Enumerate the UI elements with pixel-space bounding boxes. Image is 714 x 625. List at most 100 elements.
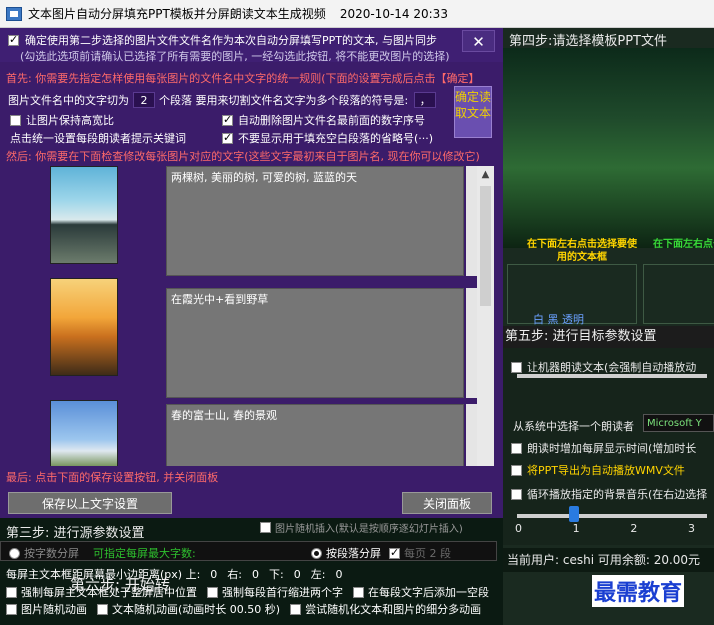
step5-title: 第五步: 进行目标参数设置 (503, 326, 714, 348)
margin-left-label: 左: (310, 568, 326, 581)
read-text-button[interactable]: 确定读取文本 (454, 86, 492, 138)
segment-count-input[interactable]: 2 (133, 92, 155, 108)
segment-row: 图片文件名中的文字切为 2 个段落 要用来切割文件名文字为多个段落的符号是: ， (8, 92, 437, 108)
delete-prefix-option[interactable]: 自动删除图片文件名最前面的数字序号 (222, 112, 425, 128)
read-text-label: 让机器朗读文本(会强制自动播放动 (527, 361, 697, 374)
margin-bottom-label: 下: (269, 568, 284, 581)
template-preview[interactable] (503, 48, 714, 248)
step4-title: 第四步:请选择模板PPT文件 (509, 34, 667, 49)
max-words-label: 可指定每屏最大字数: (93, 547, 196, 560)
split-by-words-radio[interactable] (9, 547, 20, 559)
app-icon (6, 6, 22, 21)
delete-prefix-checkbox[interactable] (222, 113, 233, 126)
user-status: 当前用户: ceshi 可用余额: 20.00元 (503, 548, 714, 572)
split-mode-bar: 按字数分屏 可指定每屏最大字数: 按段落分屏 每页 2 段 (0, 541, 497, 561)
split-by-words-option[interactable]: 按字数分屏 (9, 545, 79, 561)
textbox-right-slot[interactable] (643, 264, 714, 324)
image-random-option[interactable]: 图片随机插入(默认是按顺序逐幻灯片插入) (260, 520, 463, 535)
margin-bottom-input[interactable]: 0 (294, 568, 301, 581)
watermark-logo: 最需教育 (592, 575, 685, 607)
window-datetime: 2020-10-14 20:33 (339, 6, 448, 21)
tick-1: 1 (572, 522, 580, 535)
scroll-up-icon[interactable]: ▲ (477, 166, 494, 183)
last-instruction: 最后: 点击下面的保存设置按钮, 并关闭面板 (6, 471, 219, 484)
fine-animation-label: 尝试随机化文本和图片的细分多动画 (305, 603, 482, 616)
first-instruction: 首先: 你需要先指定怎样使用每张图片的文件名中文字的统一规则(下面的设置完成后点… (6, 72, 480, 85)
margin-top-input[interactable]: 0 (210, 568, 217, 581)
dialog-close-button[interactable]: ✕ (462, 30, 495, 52)
per-screen-checkbox[interactable] (389, 546, 400, 559)
voice-label: 从系统中选择一个朗读者 (513, 420, 634, 433)
no-ellipsis-option[interactable]: 不要显示用于填充空白段落的省略号(···) (222, 130, 433, 146)
image-animation-checkbox[interactable] (6, 603, 17, 615)
image-thumbnail (50, 400, 118, 466)
indent-checkbox[interactable] (207, 586, 218, 598)
bgm-option[interactable]: 循环播放指定的背景音乐(在右边选择 (511, 486, 707, 502)
export-wmv-checkbox[interactable] (511, 464, 522, 476)
read-text-checkbox[interactable] (511, 361, 522, 373)
textbox-select-hint-right: 在下面左右点击 (653, 239, 714, 250)
split-by-words-label: 按字数分屏 (24, 547, 79, 560)
split-by-paragraph-option[interactable]: 按段落分屏 (311, 545, 381, 561)
textbox-select-hint: 在下面左右点击选择要使用的文本框 (527, 239, 637, 263)
volume-slider-thumb[interactable] (569, 506, 579, 522)
volume-slider[interactable] (517, 514, 707, 518)
tick-2: 2 (630, 522, 638, 535)
caption-textbox[interactable]: 在霞光中+看到野草 (166, 288, 464, 398)
keep-ratio-checkbox[interactable] (10, 114, 21, 126)
margin-right-input[interactable]: 0 (252, 568, 259, 581)
voice-select[interactable]: Microsoft Y (643, 414, 714, 432)
confirm-hint: (勾选此选项前请确认已选择了所有需要的图片, 一经勾选此按钮, 将不能更改图片的… (20, 50, 450, 63)
reader-prompt-label[interactable]: 点击统一设置每段朗读者提示关键词 (10, 130, 186, 146)
step3-title: 第三步: 进行源参数设置 (6, 526, 145, 541)
bgm-checkbox[interactable] (511, 488, 522, 500)
save-button[interactable]: 保存以上文字设置 (8, 492, 172, 514)
separator-input[interactable]: ， (414, 92, 437, 108)
text-animation-label: 文本随机动画(动画时长 00.50 秒) (112, 603, 281, 616)
image-thumbnail (50, 166, 118, 264)
filename-text-dialog: 确定使用第二步选择的图片文件文件名作为本次自动分屏填写PPT的文本, 与图片同步… (0, 28, 503, 518)
per-screen-label: 每页 2 段 (404, 547, 451, 560)
fine-animation-checkbox[interactable] (290, 603, 302, 615)
speed-slider[interactable] (517, 374, 707, 378)
split-by-paragraph-label: 按段落分屏 (326, 547, 381, 560)
keep-ratio-option[interactable]: 让图片保持高宽比 (10, 112, 114, 128)
export-wmv-label: 将PPT导出为自动播放WMV文件 (527, 464, 685, 477)
extend-time-option[interactable]: 朗读时增加每屏显示时间(增加时长 (511, 440, 696, 456)
caption-textbox[interactable]: 春的富士山, 春的景观 (166, 404, 464, 466)
reader-prompt-link[interactable]: 点击统一设置每段朗读者提示关键词 (10, 130, 186, 146)
delete-prefix-label: 自动删除图片文件名最前面的数字序号 (238, 114, 425, 127)
bgm-label: 循环播放指定的背景音乐(在右边选择 (527, 488, 708, 501)
tick-0: 0 (515, 522, 522, 535)
confirm-option[interactable]: 确定使用第二步选择的图片文件文件名作为本次自动分屏填写PPT的文本, 与图片同步 (8, 32, 437, 48)
confirm-checkbox[interactable] (8, 33, 19, 46)
list-scrollbar[interactable]: ▲ (477, 166, 494, 466)
right-pane: 第四步:请选择模板PPT文件 在下面左右点击选择要使用的文本框 在下面左右点击 … (503, 28, 714, 625)
options-row-2: 图片随机动画 文本随机动画(动画时长 00.50 秒) 尝试随机化文本和图片的细… (6, 601, 481, 617)
step6-title: 第六步: 开始转 (70, 576, 170, 594)
image-random-checkbox[interactable] (260, 522, 271, 533)
keep-ratio-label: 让图片保持高宽比 (26, 114, 114, 127)
title-bar: 文本图片自动分屏填充PPT模板并分屏朗读文本生成视频 2020-10-14 20… (0, 0, 714, 28)
extend-time-checkbox[interactable] (511, 442, 522, 454)
indent-label: 强制每段首行缩进两个字 (222, 586, 343, 599)
export-wmv-option[interactable]: 将PPT导出为自动播放WMV文件 (511, 462, 685, 478)
image-caption-list: 两棵树, 美丽的树, 可爱的树, 蓝蓝的天 在霞光中+看到野草 春的富士山, 春… (0, 166, 503, 466)
caption-textbox[interactable]: 两棵树, 美丽的树, 可爱的树, 蓝蓝的天 (166, 166, 464, 276)
per-screen-option[interactable]: 每页 2 段 (389, 545, 451, 561)
app-window: 文本图片自动分屏填充PPT模板并分屏朗读文本生成视频 2020-10-14 20… (0, 0, 714, 625)
no-ellipsis-checkbox[interactable] (222, 131, 233, 144)
margin-left-input[interactable]: 0 (335, 568, 342, 581)
segment-mid-label: 个段落 要用来切割文件名文字为多个段落的符号是: (159, 94, 409, 107)
scrollbar-thumb[interactable] (480, 186, 491, 306)
blank-paragraph-checkbox[interactable] (353, 586, 364, 598)
split-by-paragraph-radio[interactable] (311, 547, 322, 559)
text-animation-checkbox[interactable] (97, 603, 108, 615)
window-title: 文本图片自动分屏填充PPT模板并分屏朗读文本生成视频 (28, 7, 326, 21)
extend-time-label: 朗读时增加每屏显示时间(增加时长 (527, 442, 697, 455)
color-options[interactable]: 白 黑 透明 (533, 311, 584, 327)
close-panel-button[interactable]: 关闭面板 (402, 492, 492, 514)
center-checkbox[interactable] (6, 586, 17, 598)
read-text-option[interactable]: 让机器朗读文本(会强制自动播放动 (511, 359, 696, 375)
confirm-label: 确定使用第二步选择的图片文件文件名作为本次自动分屏填写PPT的文本, 与图片同步 (25, 34, 437, 47)
